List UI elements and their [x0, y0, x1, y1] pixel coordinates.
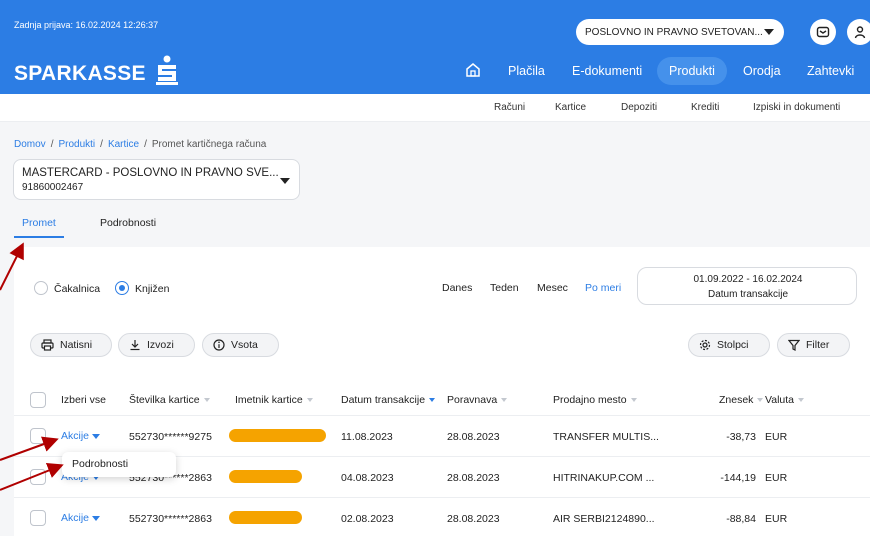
header-transaction-date[interactable]: Datum transakcije: [341, 394, 436, 406]
row-date: 11.08.2023: [341, 431, 393, 443]
gear-icon: [699, 339, 711, 351]
row-merchant: HITRINAKUP.COM ...: [553, 472, 655, 484]
company-name: POSLOVNO IN PRAVNO SVETOVAN...: [585, 26, 763, 38]
columns-label: Stolpci: [717, 339, 749, 351]
chevron-down-icon: [764, 29, 774, 35]
header-merchant[interactable]: Prodajno mesto: [553, 394, 637, 406]
sum-button[interactable]: Vsota: [202, 333, 279, 357]
radio-knjizen-label: Knjižen: [135, 283, 170, 295]
subnav-izpiski[interactable]: Izpiski in dokumenti: [753, 102, 840, 113]
profile-button[interactable]: [847, 19, 870, 45]
header-amount[interactable]: Znesek: [719, 394, 764, 406]
select-all-checkbox[interactable]: [30, 392, 46, 408]
company-select[interactable]: POSLOVNO IN PRAVNO SVETOVAN...: [576, 19, 784, 45]
print-button[interactable]: Natisni: [30, 333, 112, 357]
nav-orodja[interactable]: Orodja: [743, 57, 781, 85]
row-settlement: 28.08.2023: [447, 472, 500, 484]
breadcrumb-current: Promet kartičnega računa: [151, 139, 267, 150]
print-label: Natisni: [60, 339, 93, 351]
export-label: Izvozi: [147, 339, 174, 351]
menu-item-podrobnosti[interactable]: Podrobnosti: [72, 458, 128, 470]
subnav-racuni[interactable]: Računi: [494, 102, 525, 113]
account-select[interactable]: MASTERCARD - POSLOVNO IN PRAVNO SVE... 9…: [13, 159, 300, 200]
row-currency: EUR: [765, 513, 788, 525]
top-bar: Zadnja prijava: 16.02.2024 12:26:37 POSL…: [0, 0, 870, 94]
user-icon: [854, 26, 866, 39]
columns-button[interactable]: Stolpci: [688, 333, 770, 357]
breadcrumb-produkti[interactable]: Produkti: [58, 139, 95, 150]
active-tab-indicator: [14, 236, 64, 238]
header-select-all: Izberi vse: [61, 394, 106, 406]
breadcrumb: Domov / Produkti / Kartice / Promet kartičnega…: [14, 139, 267, 150]
row-amount: -38,73: [726, 431, 756, 443]
row-merchant: TRANSFER MULTIS...: [553, 431, 659, 443]
info-icon: [213, 339, 225, 351]
actions-dropdown-menu: Podrobnosti: [62, 452, 176, 477]
period-danes[interactable]: Danes: [442, 282, 472, 294]
radio-cakalnica-label: Čakalnica: [54, 283, 101, 295]
filter-button[interactable]: Filter: [777, 333, 850, 357]
radio-knjizen[interactable]: [115, 281, 129, 295]
date-range-value: 01.09.2022 - 16.02.2024: [693, 274, 803, 285]
mail-icon: [816, 26, 830, 38]
account-name: MASTERCARD - POSLOVNO IN PRAVNO SVE...: [22, 167, 279, 179]
chevron-down-icon: [280, 178, 290, 184]
row-card-number: 552730******9275: [129, 431, 212, 443]
row-date: 04.08.2023: [341, 472, 394, 484]
nav-placila[interactable]: Plačila: [508, 57, 545, 85]
nav-zahtevki[interactable]: Zahtevki: [807, 57, 854, 85]
sub-nav: Računi Kartice Depoziti Krediti Izpiski …: [0, 94, 870, 122]
subnav-depoziti[interactable]: Depoziti: [621, 102, 657, 113]
row-currency: EUR: [765, 431, 788, 443]
tab-promet[interactable]: Promet: [22, 217, 56, 229]
row-checkbox[interactable]: [30, 469, 46, 485]
nav-produkti[interactable]: Produkti: [657, 57, 727, 85]
sparkasse-logo[interactable]: SPARKASSE: [14, 62, 146, 86]
header-settlement[interactable]: Poravnava: [447, 394, 508, 406]
sum-label: Vsota: [231, 339, 258, 351]
header-card-number[interactable]: Številka kartice: [129, 394, 210, 406]
subnav-kartice[interactable]: Kartice: [555, 102, 586, 113]
row-checkbox[interactable]: [30, 428, 46, 444]
header-currency[interactable]: Valuta: [765, 394, 804, 406]
filter-icon: [788, 339, 800, 351]
export-button[interactable]: Izvozi: [118, 333, 195, 357]
row-checkbox[interactable]: [30, 510, 46, 526]
sparkasse-logo-icon: [156, 55, 178, 85]
account-number: 91860002467: [22, 182, 84, 193]
subnav-krediti[interactable]: Krediti: [691, 102, 719, 113]
redacted-card-holder: [229, 470, 302, 483]
last-login: Zadnja prijava: 16.02.2024 12:26:37: [14, 20, 159, 30]
period-teden[interactable]: Teden: [490, 282, 519, 294]
period-mesec[interactable]: Mesec: [537, 282, 568, 294]
radio-cakalnica[interactable]: [34, 281, 48, 295]
row-settlement: 28.08.2023: [447, 513, 500, 525]
row-actions-button[interactable]: Akcije: [61, 430, 101, 442]
table-divider: [14, 415, 870, 416]
period-po-meri[interactable]: Po meri: [585, 282, 621, 294]
breadcrumb-kartice[interactable]: Kartice: [108, 139, 139, 150]
redacted-card-holder: [229, 429, 326, 442]
home-icon[interactable]: [465, 62, 481, 78]
date-range-picker[interactable]: 01.09.2022 - 16.02.2024 Datum transakcij…: [637, 267, 857, 305]
row-currency: EUR: [765, 472, 788, 484]
row-amount: -88,84: [726, 513, 756, 525]
messages-button[interactable]: [810, 19, 836, 45]
nav-e-dokumenti[interactable]: E-dokumenti: [572, 57, 642, 85]
row-date: 02.08.2023: [341, 513, 394, 525]
filter-label: Filter: [806, 339, 830, 351]
date-range-label: Datum transakcije: [707, 289, 789, 300]
row-card-number: 552730******2863: [129, 513, 212, 525]
breadcrumb-domov[interactable]: Domov: [14, 139, 46, 150]
row-settlement: 28.08.2023: [447, 431, 500, 443]
row-merchant: AIR SERBI2124890...: [553, 513, 655, 525]
row-actions-button[interactable]: Akcije: [61, 512, 101, 524]
table-divider: [14, 497, 870, 498]
download-icon: [130, 340, 140, 351]
tab-podrobnosti[interactable]: Podrobnosti: [100, 217, 156, 229]
header-card-holder[interactable]: Imetnik kartice: [235, 394, 313, 406]
redacted-card-holder: [229, 511, 302, 524]
printer-icon: [41, 339, 54, 351]
row-amount: -144,19: [720, 472, 756, 484]
